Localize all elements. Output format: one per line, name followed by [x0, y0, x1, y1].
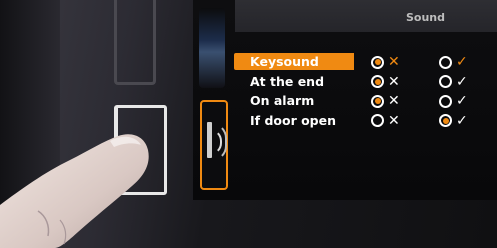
option-on[interactable]: ✓: [439, 54, 468, 70]
setting-row-if-door-open[interactable]: If door open ✕ ✓: [234, 111, 497, 130]
check-icon: ✓: [456, 73, 468, 90]
option-on[interactable]: ✓: [439, 93, 468, 109]
sound-wave-outer: [212, 123, 227, 161]
cross-icon: ✕: [388, 112, 400, 129]
photo-stage: Sound Keysound ✕ ✓ At the end ✕ ✓ On ala…: [0, 0, 497, 248]
radio-button[interactable]: [439, 114, 452, 127]
device-bezel: [0, 0, 60, 248]
cross-icon: ✕: [388, 93, 400, 109]
settings-list: Keysound ✕ ✓ At the end ✕ ✓ On alarm ✕ ✓…: [234, 52, 497, 130]
option-off[interactable]: ✕: [371, 54, 400, 70]
option-on[interactable]: ✓: [439, 74, 468, 90]
setting-row-at-the-end[interactable]: At the end ✕ ✓: [234, 72, 497, 91]
cross-icon: ✕: [388, 73, 400, 90]
check-icon: ✓: [456, 112, 468, 129]
radio-button[interactable]: [371, 114, 384, 127]
touch-key-lower[interactable]: [114, 105, 167, 195]
setting-label: At the end: [250, 73, 325, 89]
check-icon: ✓: [456, 54, 468, 70]
option-off[interactable]: ✕: [371, 113, 400, 129]
cross-icon: ✕: [388, 54, 400, 70]
option-off[interactable]: ✕: [371, 74, 400, 90]
check-icon: ✓: [456, 93, 468, 109]
globe-icon[interactable]: [199, 8, 225, 88]
option-on[interactable]: ✓: [439, 113, 468, 129]
radio-button[interactable]: [371, 94, 384, 108]
setting-row-on-alarm[interactable]: On alarm ✕ ✓: [234, 91, 497, 110]
radio-button[interactable]: [371, 55, 384, 69]
radio-button[interactable]: [371, 75, 384, 88]
option-off[interactable]: ✕: [371, 93, 400, 109]
setting-label: On alarm: [250, 93, 315, 108]
header-bar: Sound: [235, 0, 497, 32]
page-title: Sound: [405, 11, 445, 24]
setting-row-keysound[interactable]: Keysound ✕ ✓: [234, 52, 497, 71]
speaker-icon[interactable]: [200, 100, 228, 190]
radio-button[interactable]: [439, 94, 452, 108]
radio-button[interactable]: [439, 75, 452, 88]
touch-key-upper[interactable]: [114, 0, 156, 85]
radio-button[interactable]: [439, 55, 452, 69]
setting-label: If door open: [250, 112, 336, 128]
setting-label: Keysound: [234, 53, 354, 70]
